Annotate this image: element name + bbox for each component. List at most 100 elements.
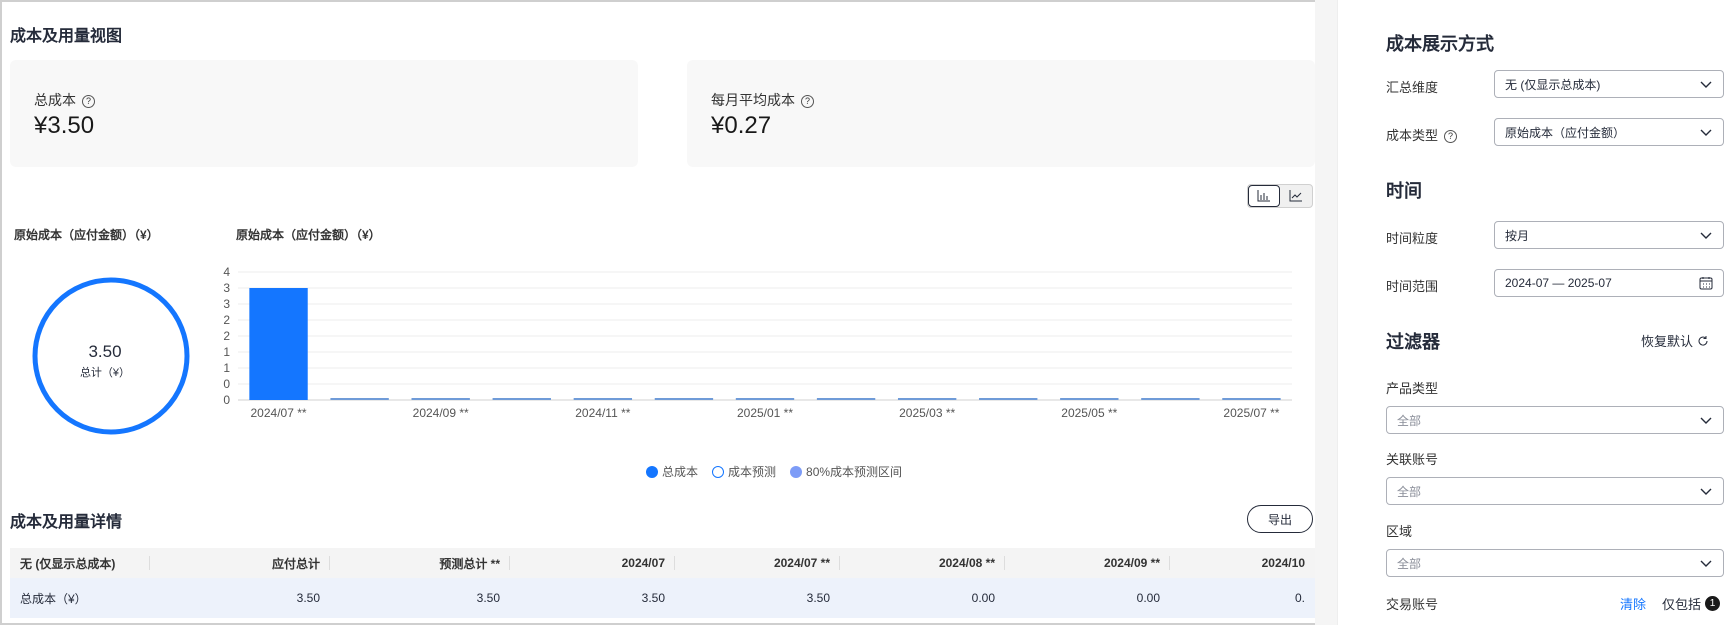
y-tick-label: 2 (223, 329, 230, 343)
x-tick-label: 2024/09 ** (413, 406, 469, 420)
x-tick-label: 2025/07 ** (1223, 406, 1279, 420)
chevron-down-icon (1700, 232, 1712, 239)
bar-chart-icon[interactable] (1248, 185, 1280, 207)
bar[interactable] (573, 398, 633, 400)
bar[interactable] (330, 398, 389, 400)
details-table: 无 (仅显示总成本) 应付总计 预测总计 ** 2024/07 2024/07 … (10, 548, 1315, 618)
legend-forecast-interval[interactable]: 80%成本预测区间 (790, 463, 902, 480)
calendar-icon[interactable] (1699, 276, 1713, 290)
aggregation-select[interactable]: 无 (仅显示总成本) (1494, 70, 1724, 98)
granularity-label: 时间粒度 (1386, 231, 1439, 246)
product-type-select[interactable]: 全部 (1386, 406, 1724, 434)
chevron-down-icon (1700, 129, 1712, 136)
x-tick-label: 2025/03 ** (899, 406, 955, 420)
total-cost-card: 总成本? ¥3.50 (10, 60, 638, 167)
linked-account-select[interactable]: 全部 (1386, 477, 1724, 505)
region-label: 区域 (1386, 524, 1413, 539)
total-cost-label: 总成本 (34, 92, 76, 108)
reset-default-button[interactable]: 恢复默认 (1641, 331, 1709, 350)
help-icon[interactable]: ? (82, 95, 95, 108)
column-header[interactable]: 预测总计 ** (330, 548, 510, 578)
main-content: 成本及用量视图 总成本? ¥3.50 每月平均成本? ¥0.27 原始成本（应付… (10, 0, 1315, 625)
x-tick-label: 2024/11 ** (575, 406, 630, 420)
column-header[interactable]: 2024/08 ** (840, 548, 1005, 578)
bar[interactable] (492, 398, 551, 400)
bar[interactable] (1222, 398, 1281, 400)
bar[interactable] (1060, 398, 1119, 400)
column-header[interactable]: 应付总计 (150, 548, 330, 578)
monthly-avg-label: 每月平均成本 (711, 92, 795, 108)
clear-button[interactable]: 清除 (1620, 594, 1646, 613)
legend-swatch (712, 465, 725, 478)
details-title: 成本及用量详情 (10, 514, 123, 531)
bar[interactable] (249, 288, 308, 400)
display-mode-title: 成本展示方式 (1386, 34, 1494, 54)
bar[interactable] (816, 398, 876, 400)
y-tick-label: 1 (223, 361, 230, 375)
monthly-avg-value: ¥0.27 (711, 112, 772, 139)
include-only-toggle[interactable]: 仅包括 1 (1662, 594, 1721, 613)
table-cell: 3.50 (330, 578, 510, 618)
total-cost-value: ¥3.50 (34, 112, 95, 139)
legend-swatch (646, 465, 658, 478)
time-range-label: 时间范围 (1386, 279, 1439, 294)
region-select[interactable]: 全部 (1386, 549, 1724, 577)
chart-legend: 总成本 成本预测 80%成本预测区间 (646, 463, 902, 480)
bar[interactable] (979, 398, 1038, 400)
legend-total-cost[interactable]: 总成本 (646, 463, 698, 480)
y-tick-label: 4 (223, 265, 230, 279)
settings-panel: 成本展示方式 汇总维度 无 (仅显示总成本) 成本类型? 原始成本（应付金额） … (1337, 0, 1729, 625)
y-tick-label: 2 (223, 313, 230, 327)
donut-chart-label: 原始成本（应付金额）（¥） (14, 228, 159, 242)
cost-type-label: 成本类型 (1386, 128, 1439, 143)
bar[interactable] (654, 398, 714, 400)
linked-account-label: 关联账号 (1386, 452, 1439, 467)
export-button[interactable]: 导出 (1247, 505, 1313, 533)
trade-account-label: 交易账号 (1386, 597, 1439, 612)
table-cell: 总成本（¥） (10, 578, 150, 618)
count-badge: 1 (1705, 596, 1721, 611)
x-tick-label: 2025/05 ** (1061, 406, 1117, 420)
cost-type-select[interactable]: 原始成本（应付金额） (1494, 118, 1724, 146)
column-header[interactable]: 2024/07 (510, 548, 675, 578)
bar[interactable] (1141, 398, 1200, 400)
column-header[interactable]: 2024/10 (1170, 548, 1315, 578)
granularity-select[interactable]: 按月 (1494, 221, 1724, 249)
chevron-down-icon (1700, 81, 1712, 88)
help-icon[interactable]: ? (801, 95, 814, 108)
page-title: 成本及用量视图 (10, 28, 123, 45)
filter-title: 过滤器 (1386, 332, 1440, 352)
chevron-down-icon (1700, 560, 1712, 567)
y-tick-label: 3 (223, 281, 230, 295)
panel-divider (1315, 0, 1337, 625)
time-title: 时间 (1386, 181, 1422, 201)
monthly-avg-card: 每月平均成本? ¥0.27 (687, 60, 1315, 167)
y-tick-label: 0 (223, 377, 230, 391)
table-cell: 3.50 (675, 578, 840, 618)
line-chart-icon[interactable] (1280, 185, 1312, 207)
bar-chart-label: 原始成本（应付金额）（¥） (236, 228, 381, 242)
bar[interactable] (411, 398, 470, 400)
chevron-down-icon (1700, 417, 1712, 424)
y-tick-label: 1 (223, 345, 230, 359)
table-row: 总成本（¥） 3.50 3.50 3.50 3.50 0.00 0.00 0. (10, 578, 1315, 618)
help-icon[interactable]: ? (1444, 130, 1458, 143)
bar-chart: 4 3 3 2 2 1 1 0 0 2024/07 ** 2024/09 ** 2024/11 ** 2… (223, 265, 1292, 420)
table-cell: 0.00 (840, 578, 1005, 618)
time-range-picker[interactable]: 2024-07 — 2025-07 (1494, 269, 1724, 297)
table-cell: 0.00 (1005, 578, 1170, 618)
x-tick-label: 2025/01 ** (737, 406, 793, 420)
legend-forecast[interactable]: 成本预测 (712, 463, 776, 480)
column-header[interactable]: 2024/07 ** (675, 548, 840, 578)
refresh-icon (1698, 335, 1708, 346)
column-header[interactable]: 2024/09 ** (1005, 548, 1170, 578)
bar[interactable] (735, 398, 795, 400)
column-header[interactable]: 无 (仅显示总成本) (10, 548, 150, 578)
table-cell: 3.50 (150, 578, 330, 618)
bar[interactable] (897, 398, 957, 400)
chevron-down-icon (1700, 488, 1712, 495)
aggregation-label: 汇总维度 (1386, 80, 1439, 95)
table-cell: 3.50 (510, 578, 675, 618)
y-tick-label: 0 (223, 393, 230, 407)
product-type-label: 产品类型 (1386, 381, 1439, 396)
